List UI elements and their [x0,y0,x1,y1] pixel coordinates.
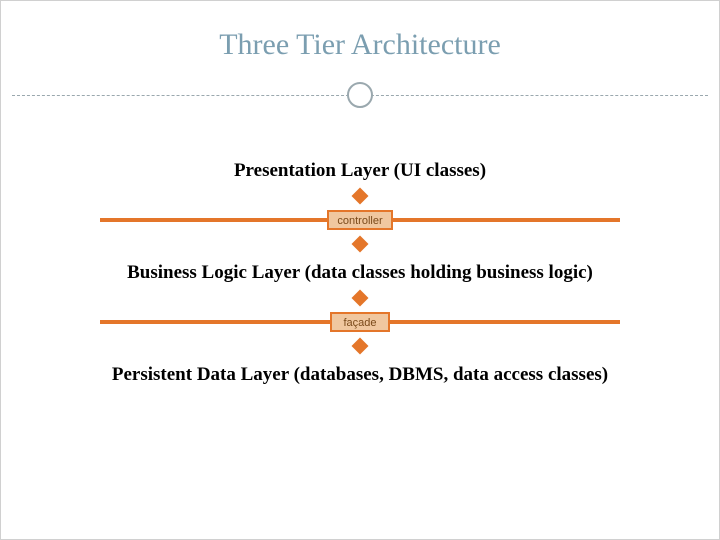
facade-box: façade [330,312,390,332]
title-divider [0,80,720,110]
diamond-up-icon [352,188,369,205]
diagram-content: Presentation Layer (UI classes) controll… [0,110,720,386]
presentation-layer-label: Presentation Layer (UI classes) [40,160,680,182]
diamond-up-icon [352,290,369,307]
divider-circle-icon [347,82,373,108]
slide-title: Three Tier Architecture [0,28,720,62]
diamond-down-icon [352,236,369,253]
persistent-layer-label: Persistent Data Layer (databases, DBMS, … [40,364,680,386]
separator-controller: controller [100,188,620,252]
controller-box: controller [327,210,392,230]
diamond-down-icon [352,338,369,355]
slide-container: Three Tier Architecture Presentation Lay… [0,0,720,540]
business-layer-label: Business Logic Layer (data classes holdi… [40,262,680,284]
separator-facade: façade [100,290,620,354]
